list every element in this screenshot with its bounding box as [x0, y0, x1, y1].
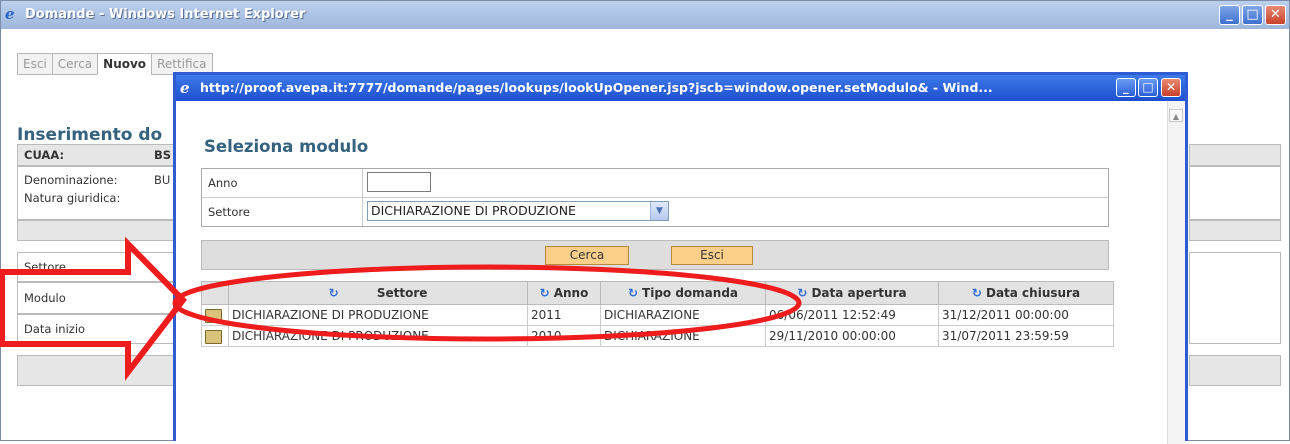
annotation-overlay: [0, 236, 802, 381]
red-arrow-annotation: [0, 236, 187, 381]
red-ellipse-annotation: [172, 264, 802, 342]
